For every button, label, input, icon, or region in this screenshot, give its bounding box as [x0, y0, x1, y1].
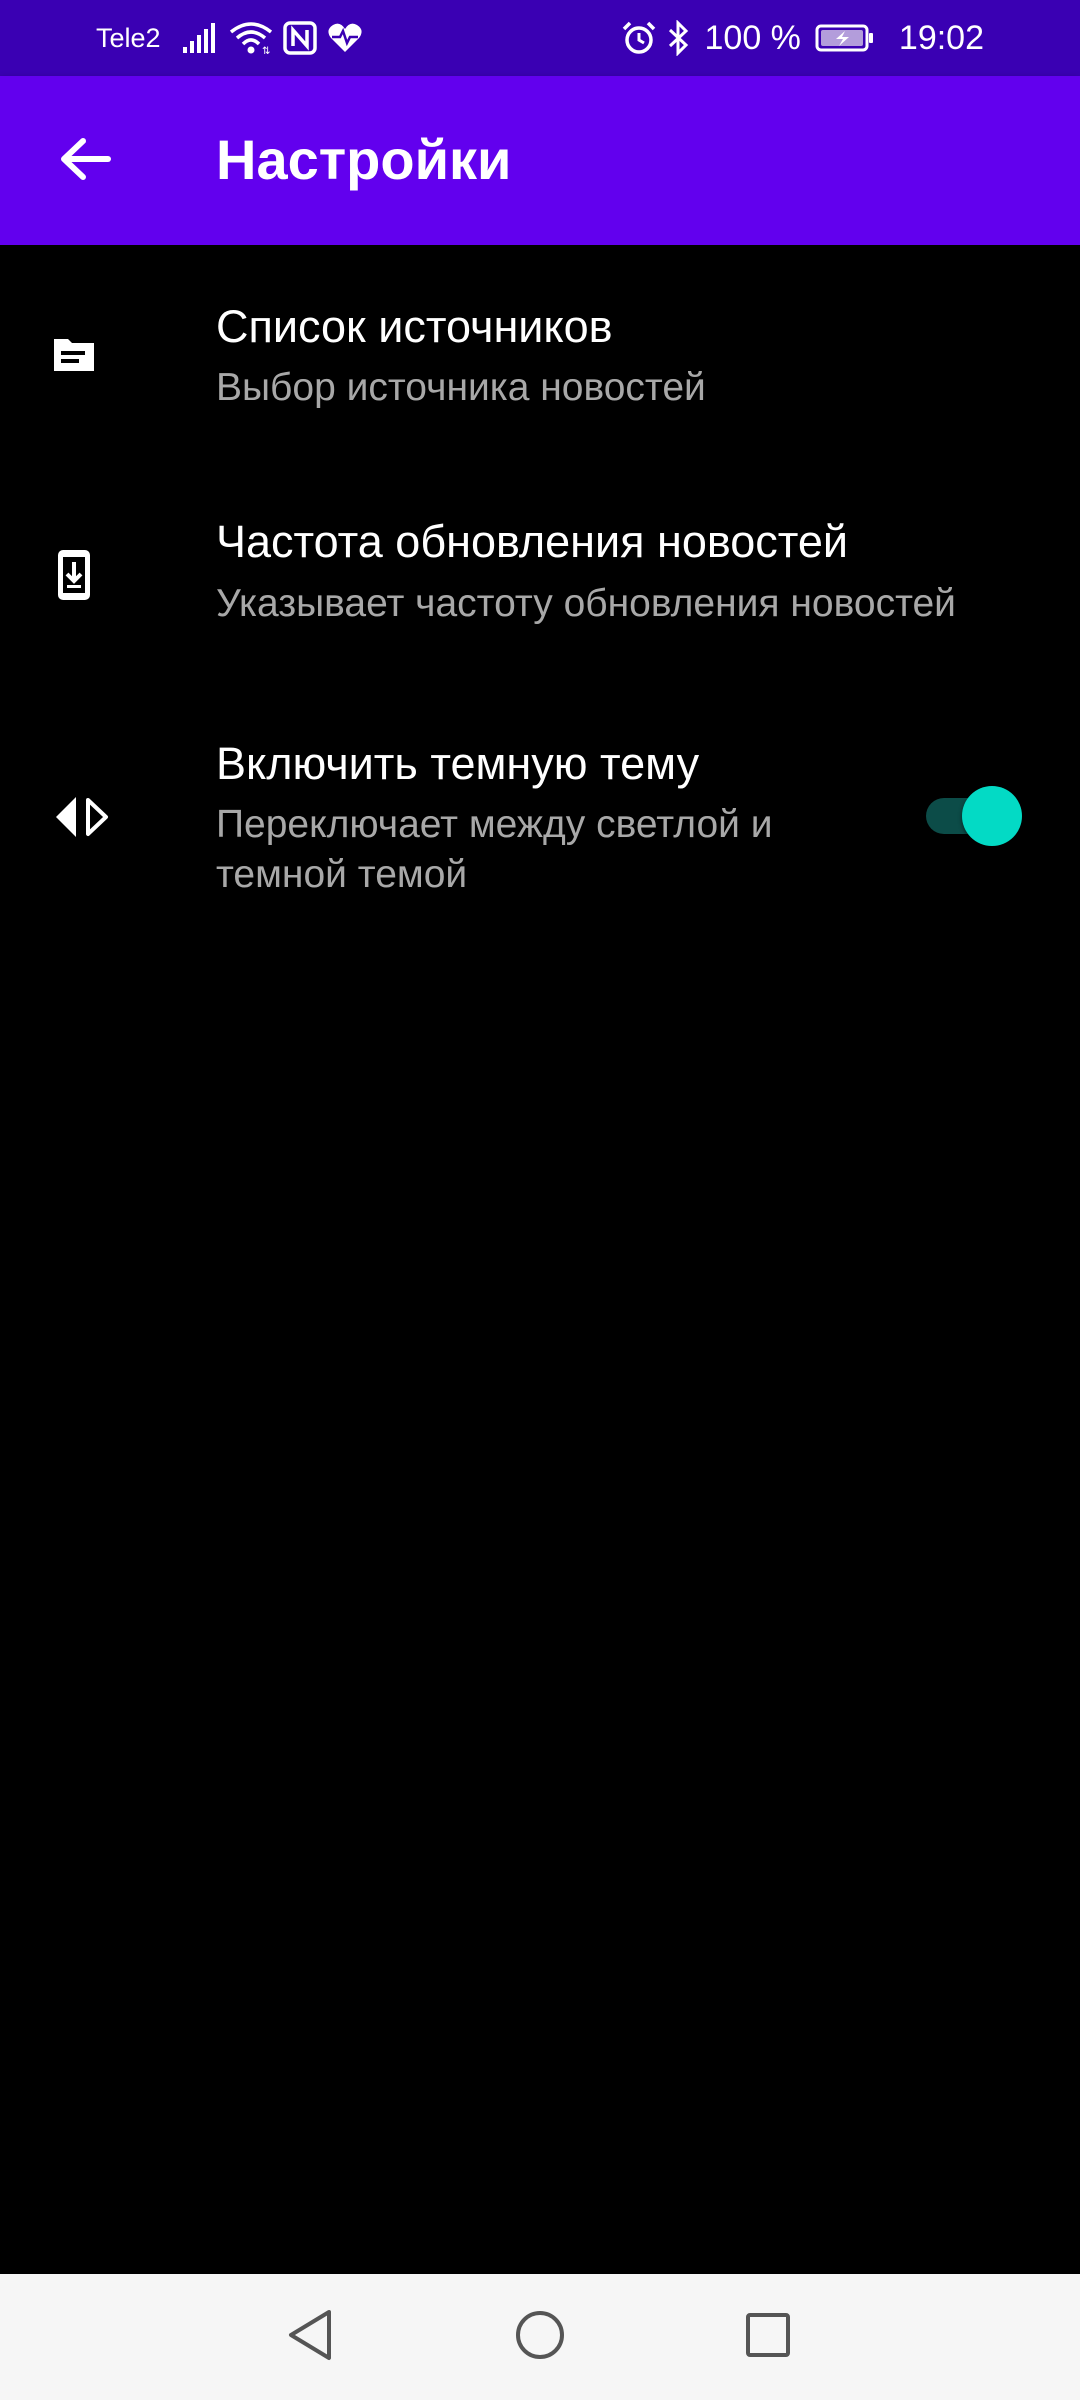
setting-dark-theme[interactable]: Включить темную тему Переключает между с… — [0, 712, 1080, 912]
setting-summary: Указывает частоту обновления новостей — [216, 582, 956, 625]
alarm-icon — [621, 0, 657, 76]
back-triangle-icon — [285, 2308, 335, 2367]
download-icon — [44, 545, 104, 605]
back-button[interactable] — [40, 116, 130, 206]
nfc-icon — [282, 0, 317, 76]
setting-update-frequency[interactable]: Частота обновления новостей Указывает ча… — [0, 497, 1080, 667]
status-bar: Tele2 ⇅ 100 % 19:02 — [0, 0, 1080, 76]
nav-recents-button[interactable] — [728, 2297, 808, 2377]
document-icon — [44, 325, 104, 385]
wifi-icon: ⇅ — [229, 0, 273, 76]
setting-summary: Выбор источника новостей — [216, 366, 706, 409]
recents-square-icon — [743, 2310, 793, 2365]
nav-home-button[interactable] — [500, 2297, 580, 2377]
setting-summary: Переключает между светлой и темной темой — [216, 803, 773, 896]
app-bar: Настройки — [0, 76, 1080, 245]
dark-theme-switch[interactable] — [926, 786, 1022, 846]
status-bar-left: Tele2 ⇅ — [96, 0, 373, 76]
svg-text:⇅: ⇅ — [262, 46, 270, 54]
setting-title: Частота обновления новостей — [216, 516, 849, 567]
theme-contrast-icon — [52, 787, 112, 847]
setting-title: Включить темную тему — [216, 738, 700, 789]
arrow-back-icon — [58, 136, 112, 187]
signal-icon — [182, 0, 219, 76]
clock: 19:02 — [898, 18, 984, 57]
setting-title: Список источников — [216, 301, 613, 352]
health-icon — [327, 0, 363, 76]
battery-charging-icon — [815, 0, 875, 76]
bluetooth-icon — [667, 0, 689, 76]
battery-percent: 100 % — [704, 18, 801, 57]
navigation-bar — [0, 2274, 1080, 2400]
page-title: Настройки — [216, 128, 512, 191]
carrier-name: Tele2 — [96, 22, 161, 53]
nav-back-button[interactable] — [270, 2297, 350, 2377]
home-circle-icon — [514, 2309, 566, 2366]
setting-sources-list[interactable]: Список источников Выбор источника новост… — [0, 280, 1080, 450]
switch-thumb — [962, 786, 1022, 846]
status-bar-right: 100 % 19:02 — [621, 0, 984, 76]
